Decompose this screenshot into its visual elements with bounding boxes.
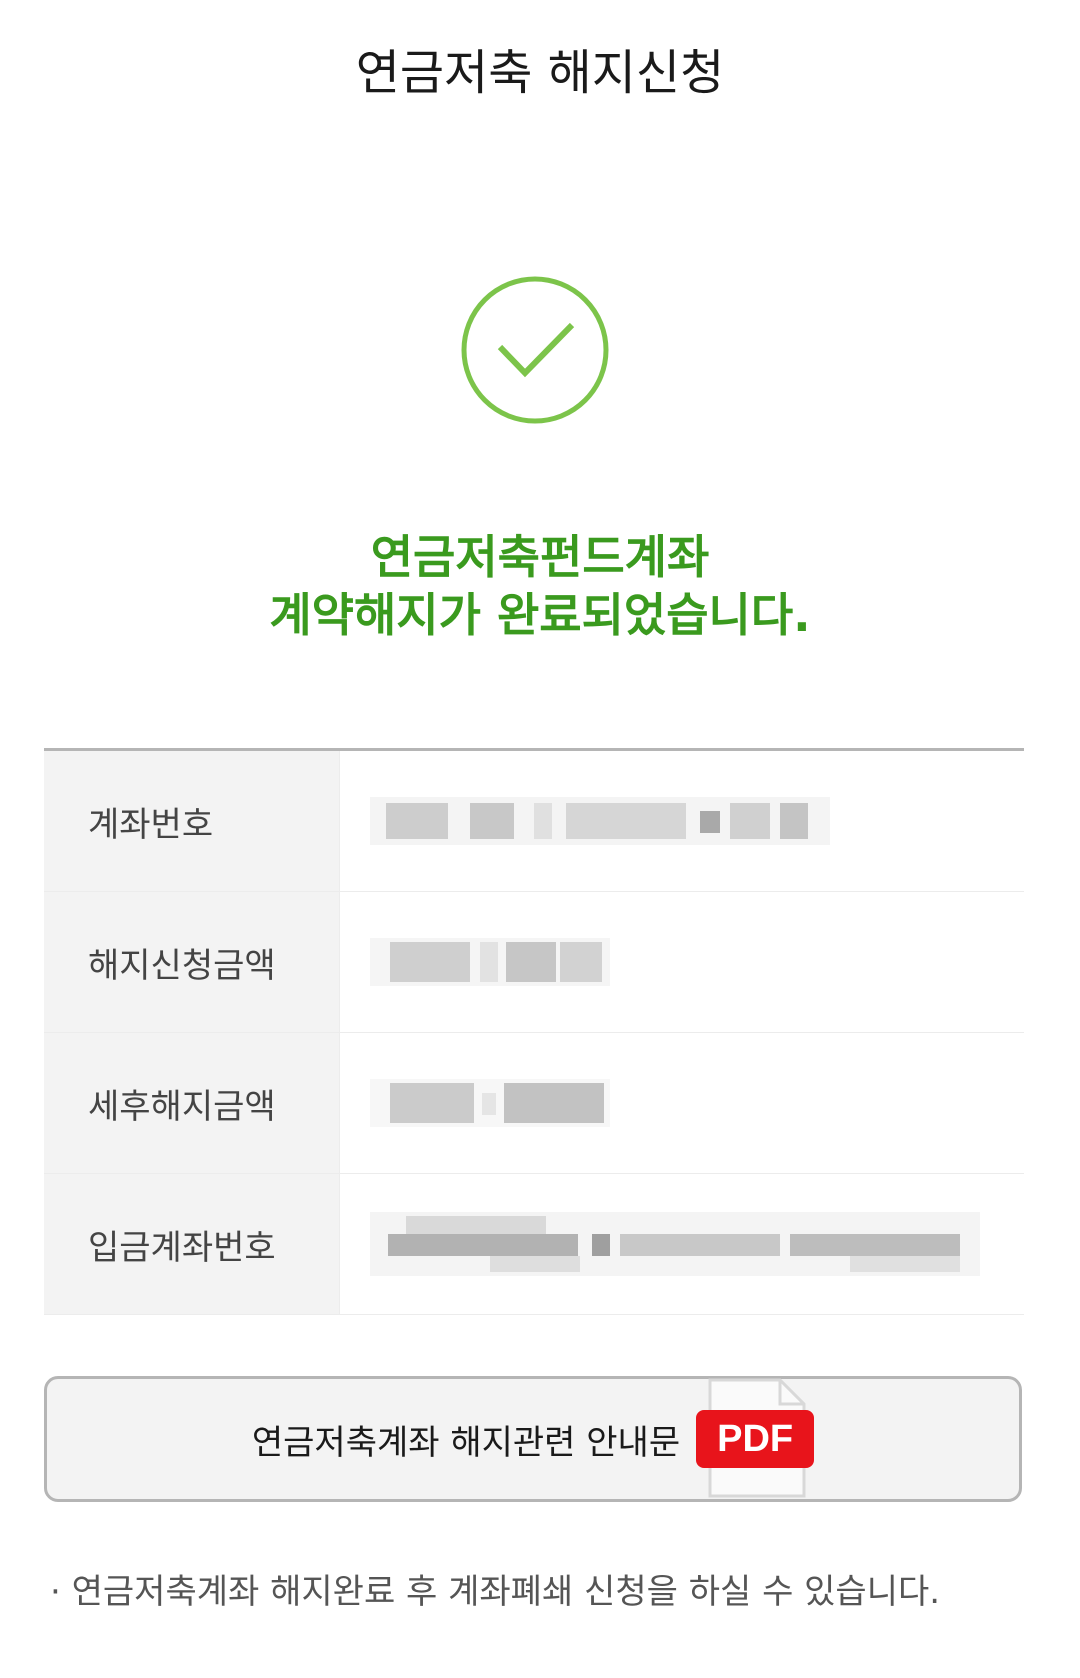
deposit-account-value: [340, 1174, 1024, 1314]
requested-amount-label: 해지신청금액: [44, 892, 340, 1032]
checkmark-circle-icon: [461, 276, 609, 424]
page-title: 연금저축 해지신청: [355, 45, 725, 101]
termination-guide-pdf-button[interactable]: 연금저축계좌 해지관련 안내문 PDF: [44, 1376, 1022, 1502]
masked-value: [370, 938, 610, 986]
notice-message: 연금저축계좌 해지완료 후 계좌폐쇄 신청을 하실 수 있습니다.: [71, 1572, 941, 1612]
after-tax-amount-label: 세후해지금액: [44, 1033, 340, 1173]
pdf-badge: PDF: [696, 1410, 815, 1468]
deposit-account-label: 입금계좌번호: [44, 1174, 340, 1314]
notice-text: · 연금저축계좌 해지완료 후 계좌폐쇄 신청을 하실 수 있습니다.: [50, 1568, 1050, 1616]
result-message-line1: 연금저축펀드계좌: [370, 530, 710, 584]
termination-details-table: 계좌번호 해지신청금액 세후해지금액 입금계좌번호: [44, 748, 1024, 1315]
masked-value: [370, 1079, 610, 1127]
result-message: 연금저축펀드계좌 계약해지가 완료되었습니다.: [0, 528, 1080, 644]
account-number-label: 계좌번호: [44, 751, 340, 891]
masked-value: [370, 1212, 980, 1276]
requested-amount-value: [340, 892, 1024, 1032]
table-row: 세후해지금액: [44, 1033, 1024, 1174]
table-row: 해지신청금액: [44, 892, 1024, 1033]
masked-value: [370, 797, 830, 845]
result-message-line2: 계약해지가 완료되었습니다.: [269, 588, 811, 642]
notice-bullet: ·: [50, 1572, 61, 1612]
pdf-file-icon: PDF: [696, 1376, 815, 1502]
after-tax-amount-value: [340, 1033, 1024, 1173]
guide-button-label: 연금저축계좌 해지관련 안내문: [251, 1422, 681, 1463]
table-row: 입금계좌번호: [44, 1174, 1024, 1315]
table-row: 계좌번호: [44, 751, 1024, 892]
account-number-value: [340, 751, 1024, 891]
